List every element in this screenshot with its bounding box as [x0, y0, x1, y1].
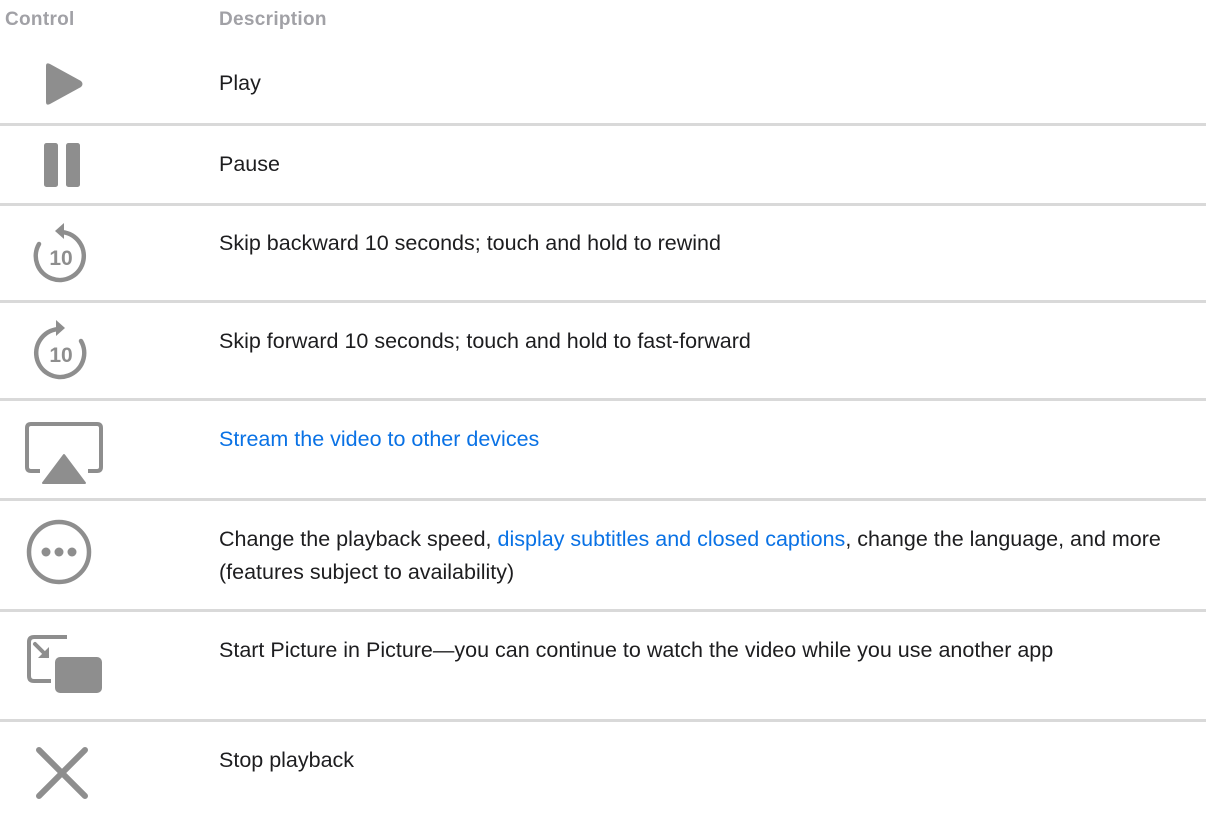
close-icon — [0, 722, 140, 819]
column-header-control: Control — [5, 9, 75, 30]
table-row: Start Picture in Picture—you can continu… — [0, 612, 1206, 722]
row-description: Play — [219, 71, 261, 95]
row-description: Skip backward 10 seconds; touch and hold… — [219, 231, 721, 255]
table-row: Play — [0, 42, 1206, 126]
table-row: 10 Skip backward 10 seconds; touch and h… — [0, 206, 1206, 303]
row-description: Start Picture in Picture—you can continu… — [219, 638, 1054, 662]
airplay-icon — [0, 401, 140, 501]
row-description: Stream the video to other devices — [219, 423, 1184, 456]
skip-forward-10-icon: 10 — [0, 303, 140, 401]
table-row: Stop playback — [0, 722, 1206, 819]
svg-text:10: 10 — [49, 247, 72, 270]
play-icon — [0, 42, 140, 126]
table-header: Control Description — [0, 0, 1206, 42]
row-description: Skip forward 10 seconds; touch and hold … — [219, 329, 751, 353]
column-header-description: Description — [219, 9, 327, 30]
table-row: Pause — [0, 126, 1206, 206]
stream-video-link[interactable]: Stream the video to other devices — [219, 427, 539, 451]
skip-backward-10-icon: 10 — [0, 206, 140, 303]
table-row: 10 Skip forward 10 seconds; touch and ho… — [0, 303, 1206, 401]
row-description: Pause — [219, 152, 280, 176]
svg-text:10: 10 — [49, 344, 72, 367]
pause-icon — [0, 126, 140, 206]
table-row: Stream the video to other devices — [0, 401, 1206, 501]
controls-table: Control Description Play Pause 10 Skip b… — [0, 0, 1206, 799]
more-icon — [0, 501, 140, 612]
table-row: Change the playback speed, display subti… — [0, 501, 1206, 612]
subtitles-captions-link[interactable]: display subtitles and closed captions — [498, 527, 846, 551]
picture-in-picture-icon — [0, 612, 140, 722]
row-description: Change the playback speed, display subti… — [219, 527, 1161, 584]
row-description: Stop playback — [219, 748, 355, 772]
